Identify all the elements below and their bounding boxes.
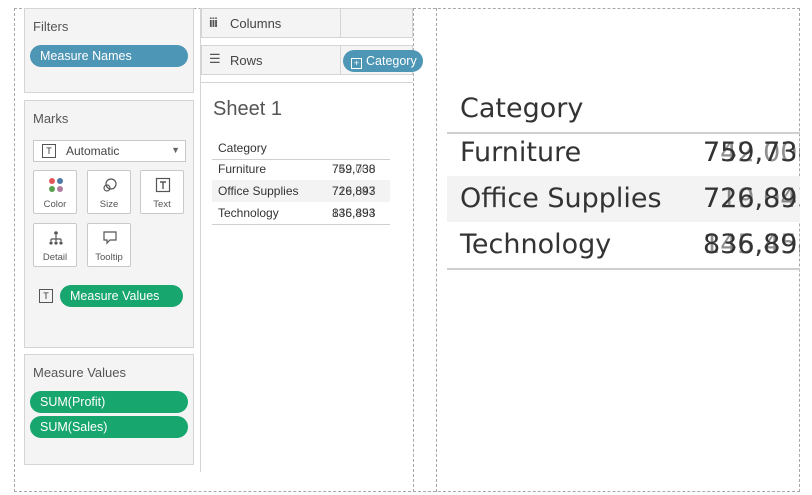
category-pill-label: Category xyxy=(366,54,417,68)
table-row[interactable]: Furniture 742,000 759,738 xyxy=(212,158,390,180)
text-mark-icon: T xyxy=(39,289,53,303)
size-label: Size xyxy=(99,199,119,210)
dashboard-divider xyxy=(413,8,437,492)
text-label: Text xyxy=(153,199,171,210)
rows-shelf[interactable]: ☰ Rows + Category xyxy=(201,45,423,75)
table-row[interactable]: Office Supplies 719,047 726,893 xyxy=(447,176,800,222)
row-category: Office Supplies xyxy=(218,184,299,198)
row-category: Technology xyxy=(218,206,279,220)
color-label: Color xyxy=(43,199,67,210)
rows-label: Rows xyxy=(230,53,263,68)
measure-names-pill[interactable]: Measure Names xyxy=(30,45,188,67)
category-pill[interactable]: + Category xyxy=(343,50,423,72)
columns-shelf[interactable]: iii Columns xyxy=(201,8,413,38)
sheet-title: Sheet 1 xyxy=(213,98,282,120)
marks-panel: Marks T Automatic ▼ Color Size Text Deta… xyxy=(24,100,194,348)
row-value: 759,738 xyxy=(332,162,376,176)
filters-title: Filters xyxy=(33,19,69,34)
sum-profit-pill[interactable]: SUM(Profit) xyxy=(30,391,188,413)
tooltip-label: Tooltip xyxy=(95,252,123,263)
columns-icon: iii xyxy=(209,15,218,30)
filters-panel: Filters Measure Names xyxy=(24,8,194,93)
rows-shelf-divider xyxy=(340,46,341,74)
columns-label: Columns xyxy=(230,16,282,31)
measure-values-pill[interactable]: Measure Values xyxy=(60,285,183,307)
table-row[interactable]: Furniture 742,000 759,738 xyxy=(447,130,800,176)
detail-button[interactable]: Detail xyxy=(33,223,77,267)
text-mark-icon: T xyxy=(42,144,56,158)
zoom-header-row: Category xyxy=(447,86,800,134)
rows-icon: ☰ xyxy=(209,51,221,66)
detail-label: Detail xyxy=(42,252,68,263)
row-category: Furniture xyxy=(218,162,267,176)
sum-sales-pill[interactable]: SUM(Sales) xyxy=(30,416,188,438)
zoom-row-value: 759,738 xyxy=(703,137,800,168)
table-row[interactable]: Technology 145,454 836,893 xyxy=(212,202,390,225)
detail-icon xyxy=(49,231,63,245)
columns-shelf-divider xyxy=(340,9,341,37)
zoom-row-value: 836,893 xyxy=(703,229,800,260)
zoom-row-value: 726,893 xyxy=(703,183,800,214)
table-row[interactable]: Technology 145,454 836,893 xyxy=(447,222,800,270)
tooltip-button[interactable]: Tooltip xyxy=(87,223,131,267)
tooltip-icon xyxy=(103,231,117,245)
zoom-row-category: Technology xyxy=(460,229,612,260)
sheet-header-row: Category xyxy=(212,137,390,160)
sheet-header-category: Category xyxy=(218,141,267,155)
size-icon xyxy=(103,178,117,192)
zoom-row-category: Furniture xyxy=(460,137,582,168)
row-value: 726,893 xyxy=(332,184,376,198)
measure-values-panel: Measure Values SUM(Profit) SUM(Sales) xyxy=(24,354,194,465)
color-dots-icon xyxy=(49,178,63,192)
measure-values-title: Measure Values xyxy=(33,365,126,380)
size-button[interactable]: Size xyxy=(87,170,131,214)
mark-type-label: Automatic xyxy=(66,144,120,158)
color-button[interactable]: Color xyxy=(33,170,77,214)
zoom-row-category: Office Supplies xyxy=(460,183,662,214)
row-value: 836,893 xyxy=(332,206,376,220)
text-button[interactable]: Text xyxy=(140,170,184,214)
mark-type-dropdown[interactable]: T Automatic ▼ xyxy=(33,140,186,162)
expand-icon[interactable]: + xyxy=(351,58,362,69)
text-icon xyxy=(155,177,171,193)
chevron-down-icon[interactable]: ▼ xyxy=(171,145,180,155)
marks-title: Marks xyxy=(33,111,69,126)
zoom-header-category: Category xyxy=(460,93,584,124)
table-row[interactable]: Office Supplies 719,047 726,893 xyxy=(212,180,390,202)
